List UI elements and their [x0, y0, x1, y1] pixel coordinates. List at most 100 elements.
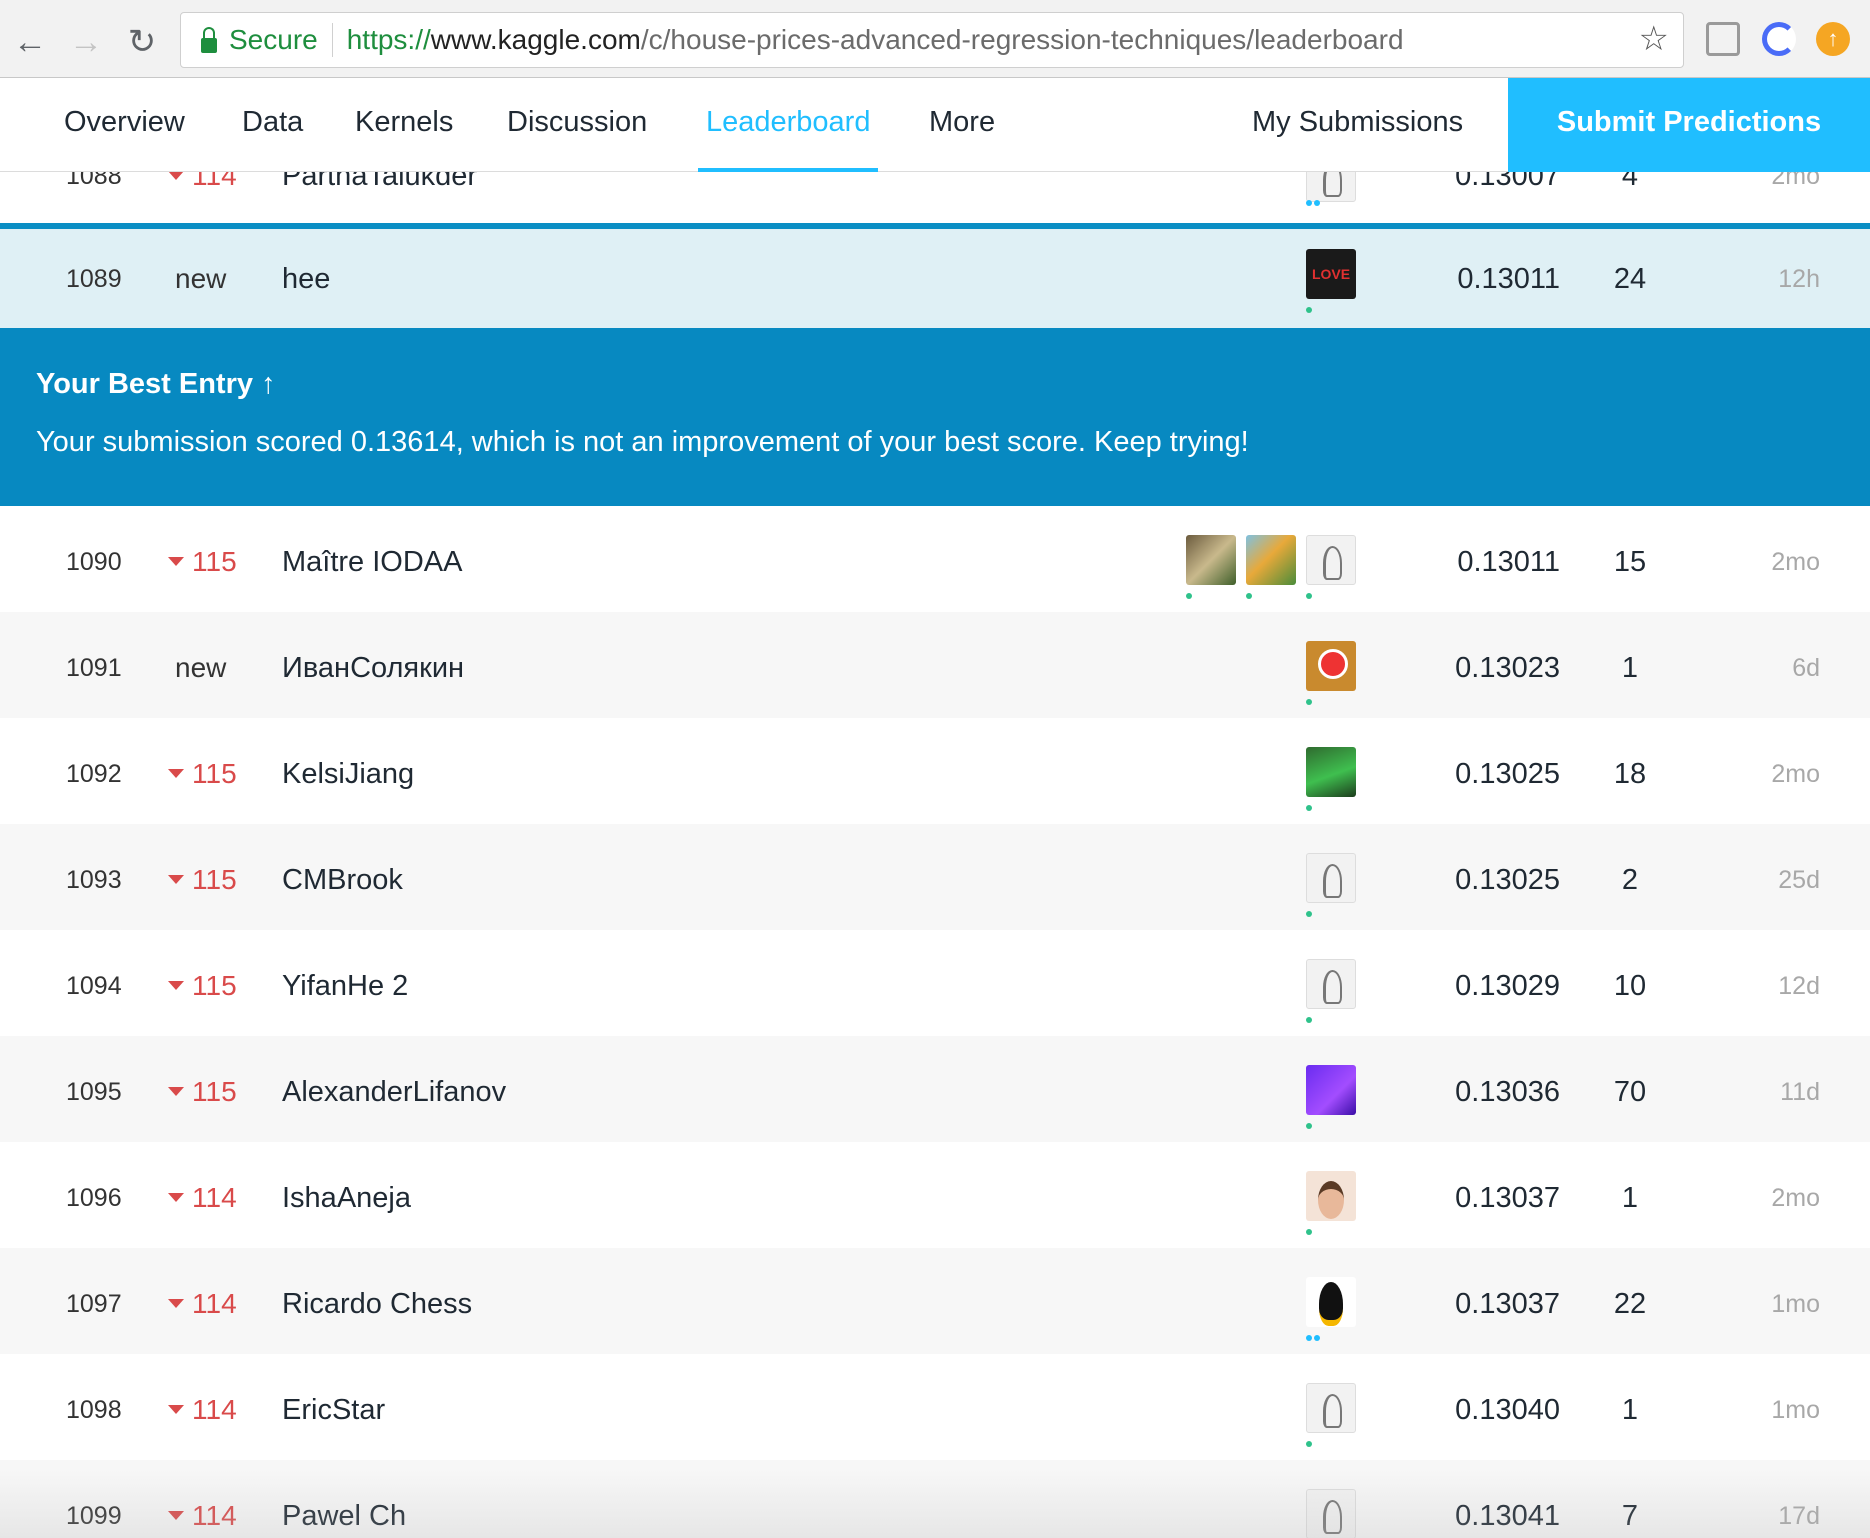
- rank-change: 114: [168, 1500, 268, 1532]
- team-avatar[interactable]: [1306, 172, 1356, 202]
- team-member-avatar[interactable]: [1306, 1171, 1356, 1221]
- banner-title: Your Best Entry ↑: [36, 368, 276, 401]
- table-row[interactable]: 1092 115 KelsiJiang 0.13025 18 2mo: [0, 718, 1870, 824]
- rank: 1090: [66, 548, 122, 576]
- team-name[interactable]: IshaAneja: [282, 1182, 411, 1215]
- bookmark-star-icon[interactable]: ☆: [1639, 19, 1669, 59]
- team-name[interactable]: hee: [282, 263, 330, 296]
- team-name[interactable]: YifanHe 2: [282, 970, 408, 1003]
- lock-icon: [201, 26, 217, 53]
- team-member-avatar[interactable]: [1306, 535, 1356, 585]
- tab-discussion[interactable]: Discussion: [507, 78, 647, 172]
- last-submission: 2mo: [1771, 1184, 1820, 1212]
- submit-predictions-button[interactable]: Submit Predictions: [1508, 78, 1870, 172]
- tab-more[interactable]: More: [929, 78, 995, 172]
- status-dot: [1306, 1335, 1312, 1341]
- address-bar[interactable]: Secure https://www.kaggle.com/c/house-pr…: [180, 12, 1684, 68]
- table-row[interactable]: 1093 115 CMBrook 0.13025 2 25d: [0, 824, 1870, 930]
- rank: 1098: [66, 1396, 122, 1424]
- table-row[interactable]: 1091 new ИванСолякин 0.13023 1 6d: [0, 612, 1870, 718]
- tab-overview[interactable]: Overview: [64, 78, 185, 172]
- score: 0.13007: [1455, 172, 1560, 192]
- team-name[interactable]: AlexanderLifanov: [282, 1076, 506, 1109]
- table-row[interactable]: 1090 115 Maître IODAA 0.13011 15 2mo: [0, 506, 1870, 612]
- status-dot: [1306, 1017, 1312, 1023]
- rank-change: 115: [168, 758, 268, 790]
- rank-change-value: 115: [192, 864, 237, 895]
- team-name[interactable]: KelsiJiang: [282, 758, 414, 791]
- rank-change-value: 115: [192, 970, 237, 1001]
- status-dot: [1306, 805, 1312, 811]
- entries: 2: [1621, 864, 1639, 896]
- rank-change: new: [175, 263, 227, 294]
- rank: 1088: [66, 172, 122, 190]
- last-submission: 2mo: [1771, 548, 1820, 576]
- table-row[interactable]: 1098 114 EricStar 0.13040 1 1mo: [0, 1354, 1870, 1460]
- competition-nav: Overview Data Kernels Discussion Leaderb…: [0, 78, 1870, 172]
- down-triangle-icon: [168, 769, 184, 779]
- team-name[interactable]: ИванСолякин: [282, 652, 464, 685]
- down-triangle-icon: [168, 1087, 184, 1097]
- forward-icon[interactable]: →: [58, 14, 114, 70]
- team-name[interactable]: Pawel Ch: [282, 1500, 406, 1533]
- team-avatar[interactable]: LOVE: [1306, 249, 1356, 299]
- team-member-avatar[interactable]: [1186, 535, 1236, 585]
- team-name[interactable]: Ricardo Chess: [282, 1288, 472, 1321]
- url-scheme: https://: [346, 24, 431, 55]
- extension-e-icon[interactable]: [1762, 22, 1796, 56]
- table-row[interactable]: 1097 114 Ricardo Chess 0.13037 22 1mo: [0, 1248, 1870, 1354]
- score: 0.13040: [1455, 1394, 1560, 1426]
- entries: 24: [1613, 263, 1647, 295]
- table-row[interactable]: 1095 115 AlexanderLifanov 0.13036 70 11d: [0, 1036, 1870, 1142]
- extension-upload-icon[interactable]: ↑: [1816, 22, 1850, 56]
- team-member-avatar[interactable]: [1306, 1383, 1356, 1433]
- team-name[interactable]: Maître IODAA: [282, 546, 463, 579]
- team-member-avatar[interactable]: [1306, 1277, 1356, 1327]
- team-name[interactable]: ParthaTalukder: [282, 172, 477, 193]
- last-submission: 25d: [1778, 866, 1820, 894]
- team-name[interactable]: CMBrook: [282, 864, 403, 897]
- team-name[interactable]: EricStar: [282, 1394, 385, 1427]
- score: 0.13037: [1455, 1288, 1560, 1320]
- table-row[interactable]: 1096 114 IshaAneja 0.13037 1 2mo: [0, 1142, 1870, 1248]
- score: 0.13036: [1455, 1076, 1560, 1108]
- status-dot: [1314, 1335, 1320, 1341]
- team-member-avatar[interactable]: [1306, 747, 1356, 797]
- tab-kernels[interactable]: Kernels: [355, 78, 453, 172]
- leaderboard-row-partial[interactable]: 1088 114 ParthaTalukder 0.13007 4 2mo: [0, 172, 1870, 226]
- back-icon[interactable]: ←: [2, 14, 58, 70]
- table-row[interactable]: 1099 114 Pawel Ch 0.13041 7 17d: [0, 1460, 1870, 1538]
- score: 0.13037: [1455, 1182, 1560, 1214]
- last-submission: 1mo: [1771, 1396, 1820, 1424]
- team-member-avatar[interactable]: [1306, 853, 1356, 903]
- rank-change: 114: [168, 1182, 268, 1214]
- team-member-avatar[interactable]: [1246, 535, 1296, 585]
- rank: 1092: [66, 760, 122, 788]
- tab-leaderboard[interactable]: Leaderboard: [698, 78, 879, 172]
- rank: 1091: [66, 654, 122, 682]
- extension-window-icon[interactable]: [1706, 22, 1740, 56]
- entries: 22: [1613, 1288, 1647, 1320]
- down-triangle-icon: [168, 557, 184, 567]
- tab-data[interactable]: Data: [242, 78, 303, 172]
- last-submission: 11d: [1780, 1078, 1820, 1106]
- my-submissions-link[interactable]: My Submissions: [1252, 78, 1463, 166]
- score: 0.13023: [1455, 652, 1560, 684]
- status-dot: [1246, 593, 1252, 599]
- rank: 1094: [66, 972, 122, 1000]
- entries: 1: [1621, 1394, 1639, 1426]
- rank: 1093: [66, 866, 122, 894]
- leaderboard-row-mine[interactable]: 1089 new hee LOVE 0.13011 24 12h: [0, 226, 1870, 328]
- team-member-avatar[interactable]: [1306, 959, 1356, 1009]
- entries: 18: [1613, 758, 1647, 790]
- rank-change-value: 114: [192, 172, 237, 191]
- team-member-avatar[interactable]: [1306, 641, 1356, 691]
- entries: 1: [1621, 1182, 1639, 1214]
- reload-icon[interactable]: ↻: [114, 14, 170, 70]
- table-row[interactable]: 1094 115 YifanHe 2 0.13029 10 12d: [0, 930, 1870, 1036]
- score: 0.13025: [1455, 758, 1560, 790]
- url-path: /c/house-prices-advanced-regression-tech…: [640, 24, 1404, 55]
- team-member-avatar[interactable]: [1306, 1065, 1356, 1115]
- team-member-avatar[interactable]: [1306, 1489, 1356, 1538]
- entries: 15: [1613, 546, 1647, 578]
